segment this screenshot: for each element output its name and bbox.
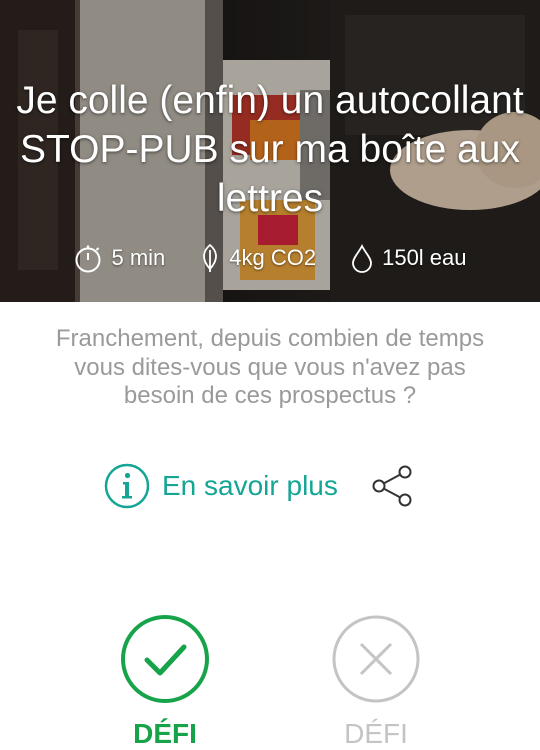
info-icon (104, 463, 150, 509)
decline-label: DÉFI (344, 718, 408, 749)
stat-water: 150l eau (350, 243, 467, 273)
stat-water-value: 150l eau (382, 245, 467, 270)
stat-co2: 4kg CO2 (199, 243, 316, 273)
water-drop-icon (352, 243, 372, 273)
challenge-description: Franchement, depuis combien de temps vou… (55, 325, 485, 409)
check-icon (121, 615, 209, 703)
learn-more-label: En savoir plus (162, 470, 338, 501)
share-icon (372, 465, 412, 507)
challenge-stats: 5 min 4kg CO2 150l eau (0, 240, 540, 276)
info-row: En savoir plus (104, 462, 414, 510)
stat-duration-value: 5 min (111, 245, 166, 270)
accept-challenge-button[interactable]: DÉFI (105, 614, 225, 750)
challenge-title: Je colle (enfin) un autocollant STOP-PUB… (16, 79, 524, 220)
share-button[interactable] (368, 463, 414, 509)
stat-co2-value: 4kg CO2 (229, 245, 317, 270)
hero-banner: Je colle (enfin) un autocollant STOP-PUB… (0, 0, 540, 302)
close-icon (332, 615, 420, 703)
stopwatch-icon (75, 245, 101, 273)
leaf-icon (203, 243, 218, 272)
stat-duration: 5 min (73, 243, 165, 273)
decline-challenge-button[interactable]: DÉFI (316, 614, 436, 750)
learn-more-link[interactable]: En savoir plus (104, 463, 338, 509)
accept-label: DÉFI (133, 718, 197, 749)
